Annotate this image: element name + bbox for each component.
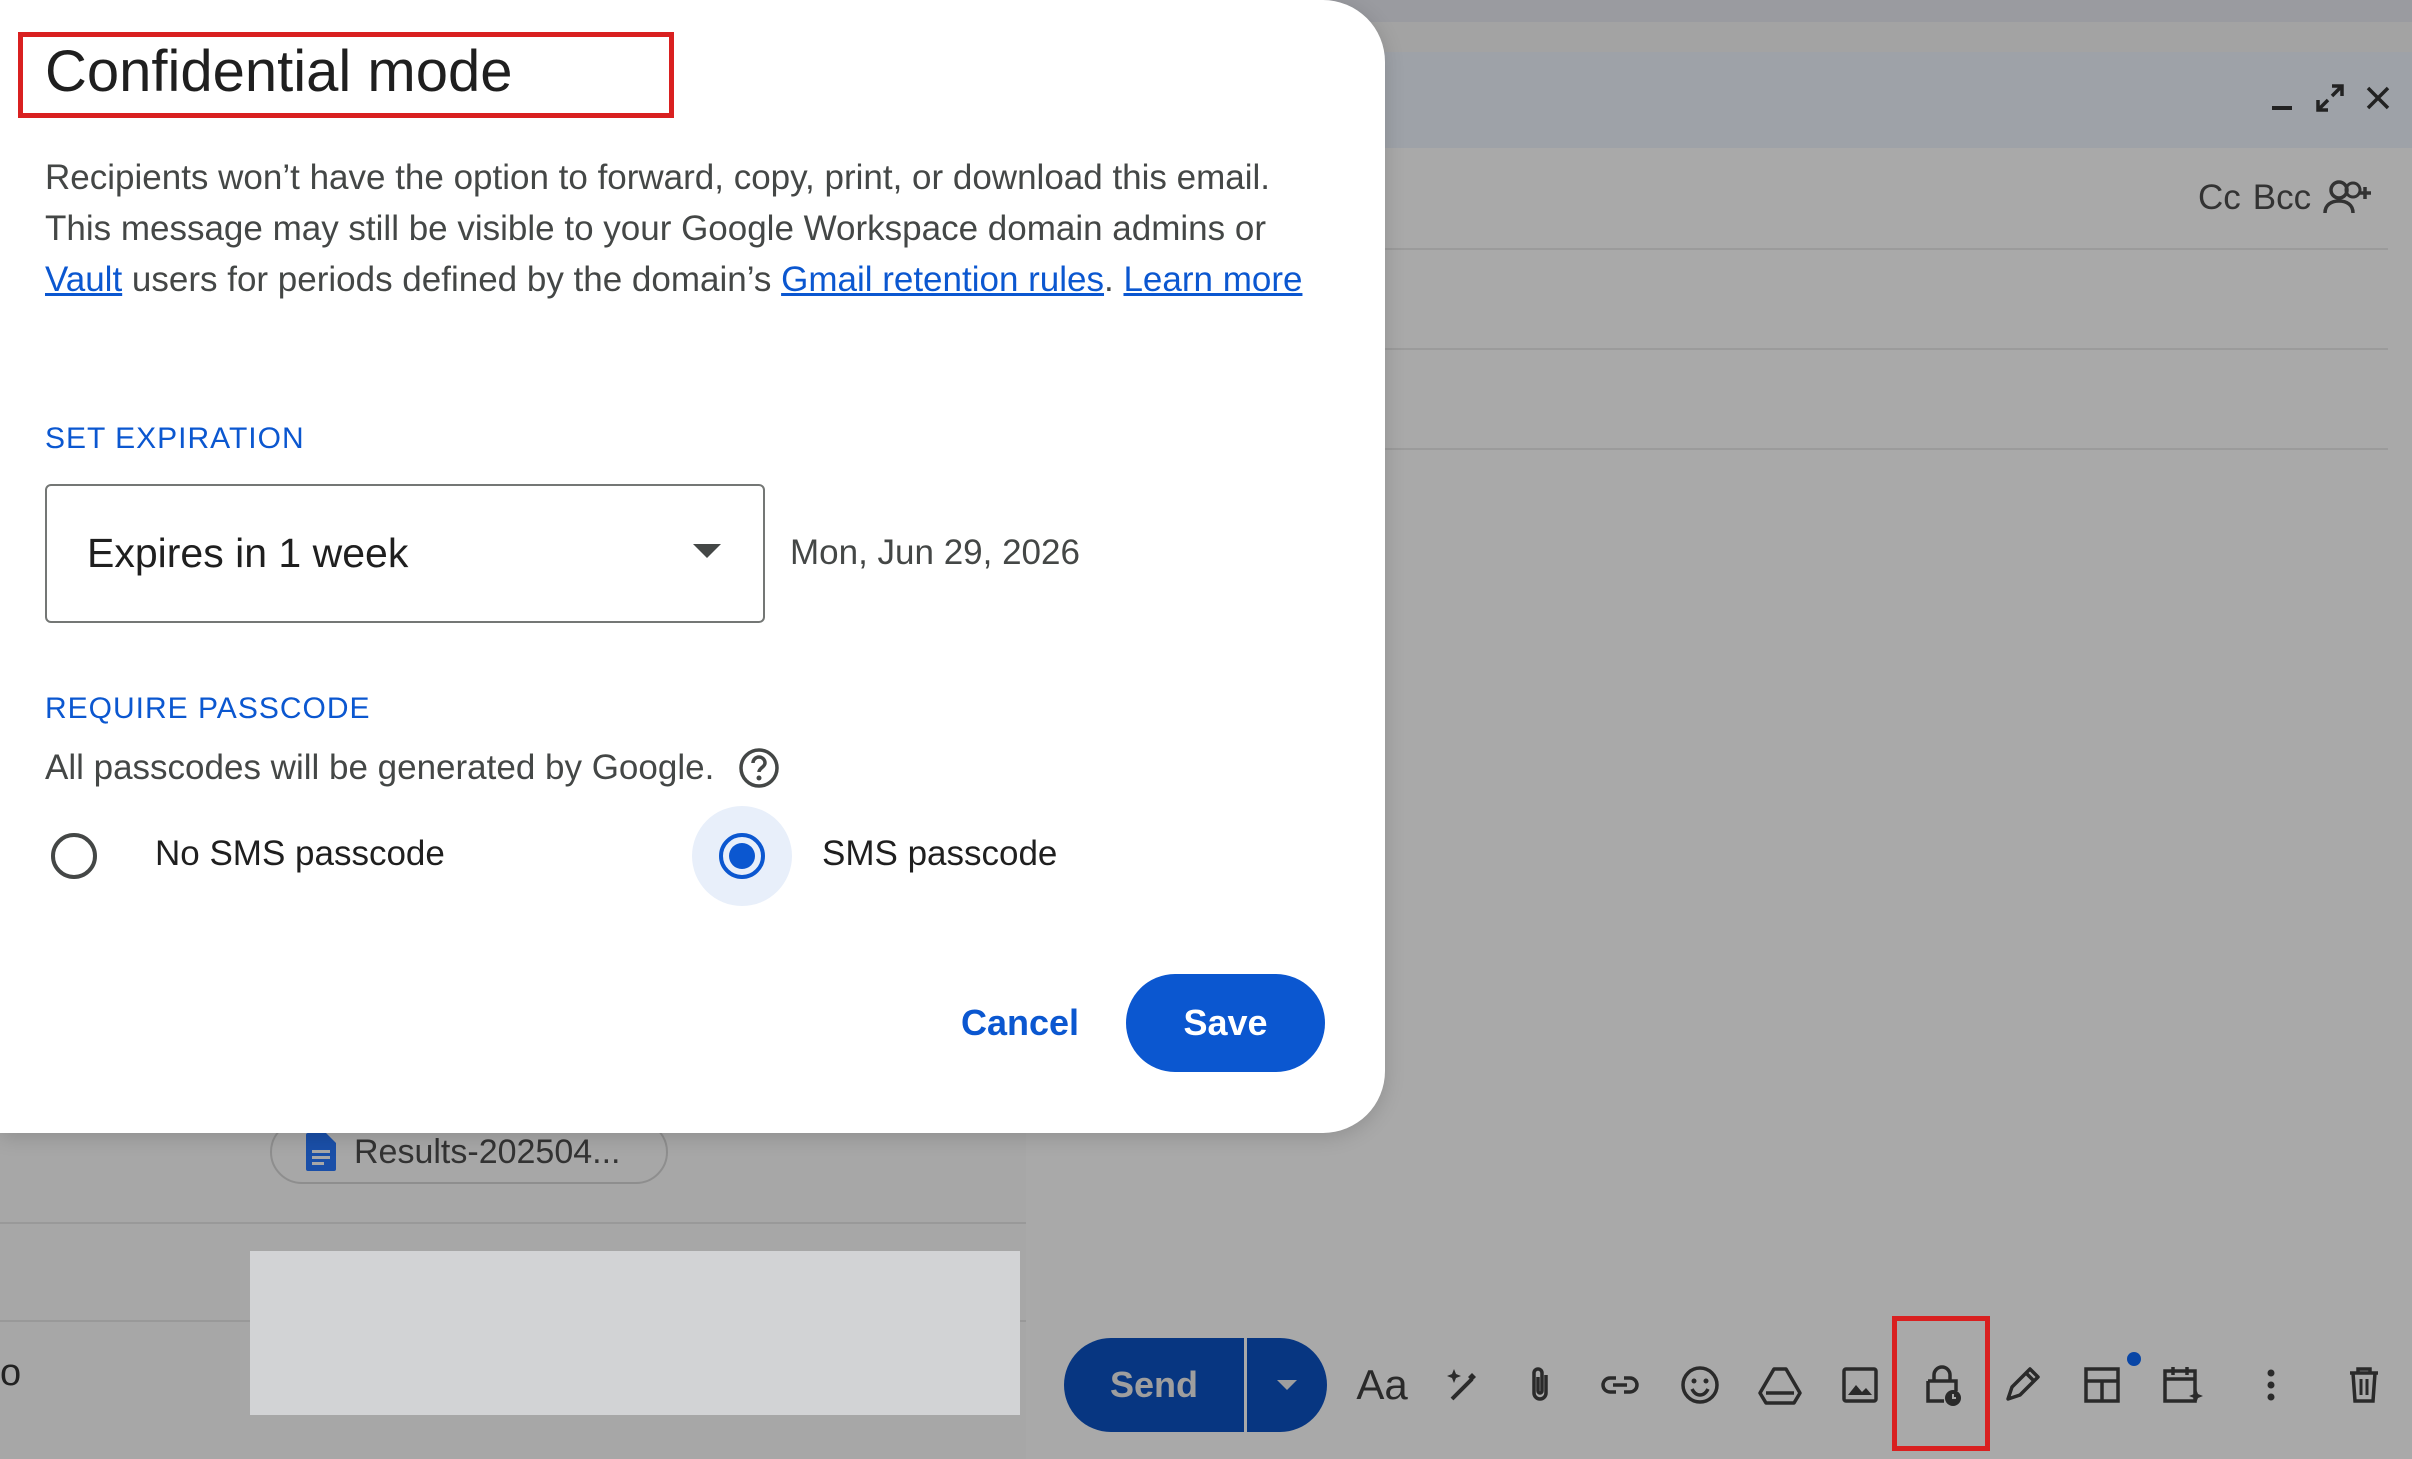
attach-icon <box>1532 1367 1548 1401</box>
emoji-icon <box>1681 1366 1719 1404</box>
learn-more-link[interactable]: Learn more <box>1123 260 1302 299</box>
attach-files-button[interactable] <box>1512 1357 1568 1413</box>
photo-icon <box>1842 1367 1878 1403</box>
help-icon[interactable] <box>738 747 780 789</box>
insert-signature-button[interactable] <box>1994 1357 2050 1413</box>
highlight-box-lock <box>1892 1316 1990 1451</box>
close-compose-button[interactable] <box>2358 78 2398 118</box>
send-options-button[interactable] <box>1247 1338 1327 1432</box>
new-feature-dot <box>2127 1352 2141 1366</box>
confidential-mode-dialog: Confidential mode Recipients won’t have … <box>0 0 1385 1133</box>
dialog-description: Recipients won’t have the option to forw… <box>45 158 1303 299</box>
close-icon <box>2366 86 2390 110</box>
schedule-send-button[interactable] <box>2154 1357 2210 1413</box>
set-expiration-label: SET EXPIRATION <box>45 422 305 455</box>
radio-no-sms-label: No SMS passcode <box>155 834 445 873</box>
more-icon <box>2267 1369 2275 1401</box>
add-recipients-icon[interactable] <box>2323 179 2373 217</box>
field-divider <box>1385 248 2388 250</box>
background-placeholder-block <box>250 1251 1020 1415</box>
formatting-options-button[interactable]: Aa <box>1354 1357 1410 1413</box>
format-text-icon: Aa <box>1356 1361 1408 1408</box>
cc-bcc-controls: Cc Bcc <box>2198 178 2373 218</box>
highlight-box-title <box>18 32 674 118</box>
divider <box>0 1222 1026 1224</box>
cancel-button[interactable]: Cancel <box>935 974 1105 1072</box>
layout-icon <box>2084 1367 2120 1403</box>
save-button[interactable]: Save <box>1126 974 1325 1072</box>
vault-link[interactable]: Vault <box>45 260 122 299</box>
insert-emoji-button[interactable] <box>1672 1357 1728 1413</box>
field-divider <box>1385 348 2388 350</box>
radio-no-sms[interactable] <box>24 806 124 906</box>
expiration-select[interactable]: Expires in 1 week <box>45 484 765 623</box>
radio-sms-label: SMS passcode <box>822 834 1058 873</box>
expand-button[interactable] <box>2310 78 2350 118</box>
insert-photo-button[interactable] <box>1832 1357 1888 1413</box>
attachment-name: Results-202504... <box>354 1132 621 1171</box>
signature-pen-icon <box>2006 1367 2040 1401</box>
doc-file-icon <box>306 1133 336 1171</box>
caret-down-icon <box>693 544 721 558</box>
field-divider <box>1385 448 2388 450</box>
radio-sms[interactable] <box>692 806 792 906</box>
insert-link-button[interactable] <box>1592 1357 1648 1413</box>
minimize-icon <box>2272 106 2292 110</box>
retention-rules-link[interactable]: Gmail retention rules <box>781 260 1104 299</box>
expiration-value: Expires in 1 week <box>87 530 409 576</box>
schedule-icon <box>2163 1367 2203 1403</box>
more-options-button[interactable] <box>2243 1357 2299 1413</box>
passcode-note: All passcodes will be generated by Googl… <box>45 747 780 789</box>
discard-draft-button[interactable] <box>2336 1357 2392 1413</box>
trash-icon <box>2350 1367 2378 1403</box>
link-icon <box>1601 1376 1639 1394</box>
caret-down-icon <box>1277 1380 1297 1390</box>
expiration-date: Mon, Jun 29, 2026 <box>790 533 1080 572</box>
insert-drive-button[interactable] <box>1752 1357 1808 1413</box>
ai-write-icon <box>1447 1369 1476 1401</box>
layouts-button[interactable] <box>2074 1357 2130 1413</box>
send-button-group: Send <box>1064 1338 1327 1432</box>
bcc-button[interactable]: Bcc <box>2253 178 2311 218</box>
send-button[interactable]: Send <box>1064 1338 1244 1432</box>
require-passcode-label: REQUIRE PASSCODE <box>45 692 371 725</box>
expand-icon <box>2316 84 2344 112</box>
cc-button[interactable]: Cc <box>2198 178 2241 218</box>
help-me-write-button[interactable] <box>1436 1357 1492 1413</box>
background-text-fragment: o <box>0 1352 22 1394</box>
radio-circle <box>51 833 97 879</box>
radio-circle-selected <box>719 833 765 879</box>
minimize-button[interactable] <box>2262 78 2302 118</box>
drive-icon <box>1758 1367 1802 1405</box>
